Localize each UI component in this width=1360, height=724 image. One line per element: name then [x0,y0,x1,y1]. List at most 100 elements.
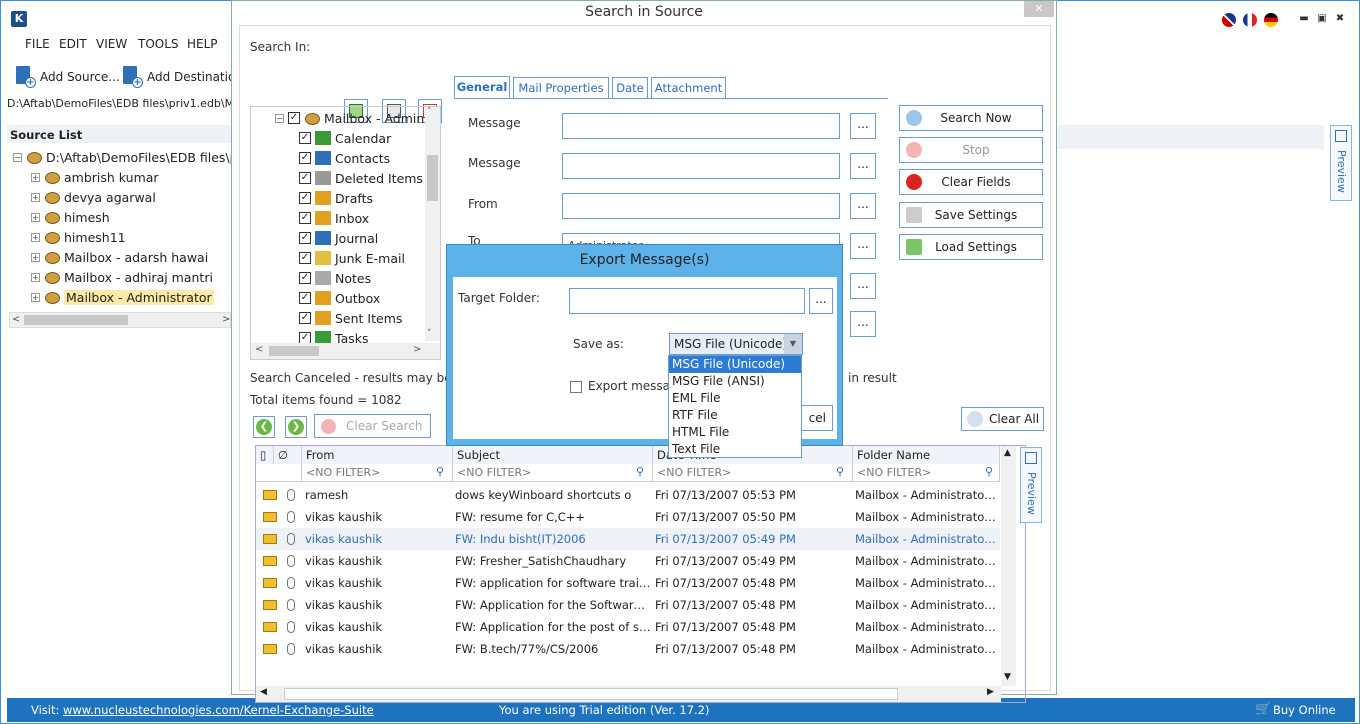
scroll-left-icon[interactable]: < [12,314,20,325]
cart-icon[interactable]: 🛒 [1255,702,1271,717]
scroll-left-icon[interactable]: < [255,344,263,355]
tree-vscrollbar[interactable]: ˄ ˅ [425,107,440,341]
prev-button[interactable]: ❮ [253,416,275,438]
source-item[interactable]: + ambrish kumar [31,167,159,187]
save-as-option[interactable]: EML File [669,390,801,407]
message-input-2[interactable] [562,153,840,179]
expand-icon[interactable]: + [31,232,40,242]
tree-item[interactable]: ✓ Notes [299,268,371,288]
tree-item[interactable]: ✓ Sent Items [299,308,402,328]
save-as-select[interactable]: MSG File (Unicode) ▼ [669,333,803,355]
menu-help[interactable]: HELP [187,37,218,53]
message-browse-button-2[interactable]: ... [850,153,876,179]
column-folder-name[interactable]: Folder Name [853,446,1000,464]
checkbox[interactable]: ✓ [299,272,311,284]
type-column-icon[interactable]: ▯ [256,446,274,464]
scroll-left-icon[interactable]: ◀ [260,687,267,697]
tab-general[interactable]: General [454,76,510,98]
scroll-right-icon[interactable]: ▶ [987,687,994,697]
menu-view[interactable]: VIEW [96,37,127,53]
message-browse-button[interactable]: ... [850,113,876,139]
tree-item[interactable]: ✓ Calendar [299,128,391,148]
table-row[interactable]: vikas kaushik FW: application for softwar… [256,572,1000,594]
clear-fields-button[interactable]: Clear Fields [899,169,1043,195]
grid-hscrollbar[interactable]: ◀ ▶ [256,686,1001,702]
flag-france-icon[interactable] [1243,13,1257,27]
flag-uk-icon[interactable] [1222,13,1236,27]
tree-item[interactable]: ✓ Deleted Items [299,168,423,188]
next-button[interactable]: ❯ [285,416,307,438]
filter-subject[interactable]: <NO FILTER> [453,464,653,482]
save-as-option[interactable]: MSG File (Unicode) [669,356,801,373]
checkbox[interactable]: ✓ [299,212,311,224]
add-destination-button[interactable]: + Add Destination [121,65,243,89]
table-row[interactable]: vikas kaushik FW: Fresher_SatishChaudhary… [256,550,1000,572]
expand-icon[interactable]: + [31,292,40,302]
checkbox[interactable]: ✓ [299,132,311,144]
source-item[interactable]: + Mailbox - Administrator [31,287,214,307]
save-as-option[interactable]: Text File [669,441,801,458]
flag-germany-icon[interactable] [1264,13,1278,27]
scroll-down-icon[interactable]: ˅ [427,329,432,339]
tab-mail-properties[interactable]: Mail Properties [513,77,609,99]
load-settings-button[interactable]: Load Settings [899,234,1043,260]
clear-all-button[interactable]: Clear All [961,407,1044,431]
tree-root[interactable]: − ✓ Mailbox - Adminis [275,108,434,128]
expand-icon[interactable]: + [31,212,40,222]
tab-attachment[interactable]: Attachment [651,77,726,99]
checkbox[interactable]: ✓ [299,172,311,184]
source-item[interactable]: + devya agarwal [31,187,156,207]
from-input[interactable] [562,193,840,219]
filter-date[interactable]: <NO FILTER> [653,464,853,482]
scroll-thumb[interactable] [24,315,128,325]
source-item[interactable]: + himesh11 [31,227,126,247]
save-as-option[interactable]: HTML File [669,424,801,441]
checkbox[interactable]: ✓ [288,112,300,124]
export-checkbox[interactable] [570,381,582,393]
filter-from[interactable]: <NO FILTER> [302,464,453,482]
expand-icon[interactable]: + [31,272,40,282]
menu-tools[interactable]: TOOLS [138,37,179,53]
scroll-thumb[interactable] [284,688,898,700]
scroll-down-icon[interactable]: ▼ [1004,672,1011,682]
collapse-icon[interactable]: − [275,113,284,123]
collapse-icon[interactable]: − [13,152,22,162]
buy-online-link[interactable]: Buy Online [1273,703,1336,717]
preview-toggle[interactable]: Preview [1330,125,1352,201]
tree-item[interactable]: ✓ Junk E-mail [299,248,405,268]
tree-item[interactable]: ✓ Outbox [299,288,380,308]
dialog-close-button[interactable]: ✕ [1024,1,1054,17]
source-item[interactable]: + himesh [31,207,110,227]
maximize-icon[interactable]: ▣ [1315,13,1329,25]
close-icon[interactable]: ✖ [1333,13,1347,25]
stop-button[interactable]: Stop [899,137,1043,163]
scroll-right-icon[interactable]: > [222,314,230,325]
clear-search-button[interactable]: Clear Search [314,414,431,438]
source-item[interactable]: + Mailbox - adarsh hawai [31,247,208,267]
menu-edit[interactable]: EDIT [59,37,87,53]
table-row[interactable]: vikas kaushik FW: Indu bisht(IT)2006 Fri 0… [256,528,1000,550]
minimize-icon[interactable]: ▬ [1297,13,1311,25]
grid-vscrollbar[interactable]: ▲ ▼ [1001,446,1016,686]
scroll-right-icon[interactable]: > [413,344,421,355]
tree-item[interactable]: ✓ Contacts [299,148,390,168]
attachment-column-icon[interactable]: ∅ [274,446,302,464]
from-browse-button[interactable]: ... [850,193,876,219]
search-icon[interactable]: ⚲ [836,465,844,478]
save-as-option[interactable]: MSG File (ANSI) [669,373,801,390]
save-settings-button[interactable]: Save Settings [899,202,1043,228]
checkbox[interactable]: ✓ [299,152,311,164]
tree-hscrollbar[interactable]: < > [251,343,440,359]
menu-file[interactable]: FILE [25,37,50,53]
tree-item[interactable]: ✓ Inbox [299,208,369,228]
search-icon[interactable]: ⚲ [636,465,644,478]
search-icon[interactable]: ⚲ [985,465,993,478]
checkbox[interactable]: ✓ [299,252,311,264]
scroll-thumb[interactable] [269,346,319,356]
message-input[interactable] [562,113,840,139]
checkbox[interactable]: ✓ [299,312,311,324]
website-link[interactable]: www.nucleustechnologies.com/Kernel-Excha… [63,703,374,717]
column-from[interactable]: From [302,446,453,464]
scroll-up-icon[interactable]: ˄ [427,107,432,117]
tree-item[interactable]: ✓ Drafts [299,188,373,208]
